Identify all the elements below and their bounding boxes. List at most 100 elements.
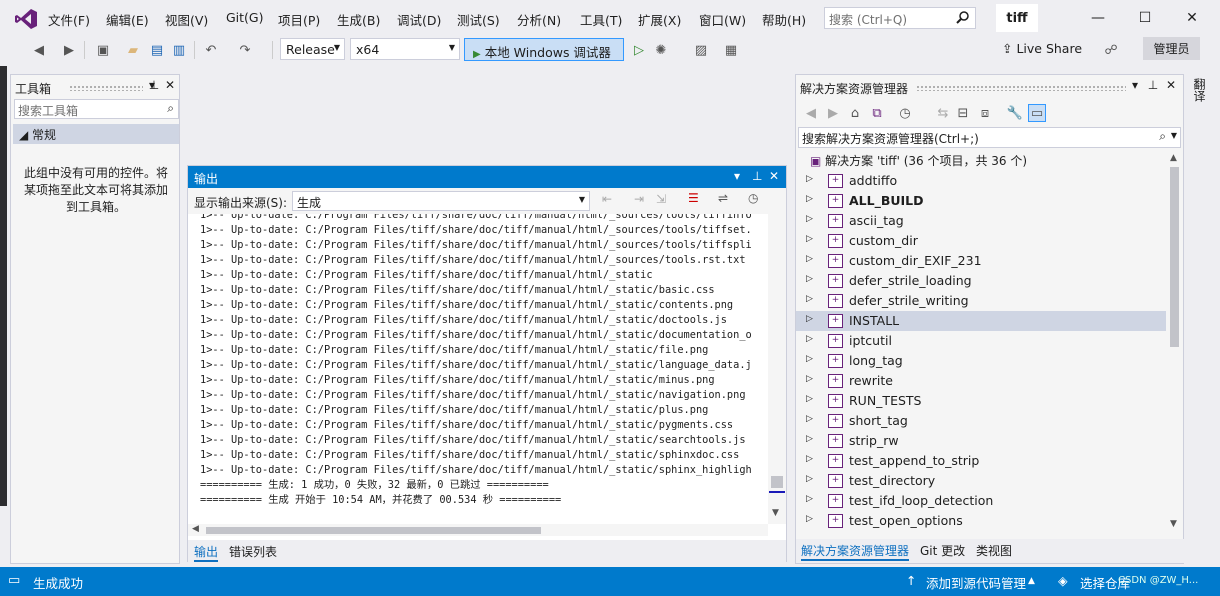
- tab-output[interactable]: 输出: [194, 543, 219, 562]
- hot-reload-icon[interactable]: ✺: [652, 41, 670, 59]
- redo-icon[interactable]: ↷: [236, 41, 254, 59]
- solution-item[interactable]: ▷ + ALL_BUILD: [796, 191, 1166, 211]
- expand-triangle-icon[interactable]: ▷: [806, 454, 813, 464]
- solution-item[interactable]: ▷ + strip_rw: [796, 431, 1166, 451]
- live-share-button[interactable]: ⇪ Live Share: [1002, 41, 1082, 56]
- expand-triangle-icon[interactable]: ▷: [806, 234, 813, 244]
- solution-item[interactable]: ▷ + test_ifd_loop_detection: [796, 491, 1166, 511]
- output-text[interactable]: 1>-- Up-to-date: C:/Program Files/tiff/s…: [188, 214, 768, 524]
- chevron-left-icon[interactable]: ◀: [192, 524, 199, 534]
- solution-item[interactable]: ▷ + defer_strile_loading: [796, 271, 1166, 291]
- pin-icon[interactable]: ⊥: [147, 78, 161, 94]
- solution-item[interactable]: ▷ + custom_dir: [796, 231, 1166, 251]
- menu-git[interactable]: Git(G): [226, 10, 264, 25]
- window-layout-icon[interactable]: ▦: [722, 41, 740, 59]
- toolbox-group-general[interactable]: ◢ 常规: [13, 124, 179, 144]
- panel-grip[interactable]: [916, 85, 1126, 91]
- expand-triangle-icon[interactable]: ▷: [806, 274, 813, 284]
- expand-triangle-icon[interactable]: ▷: [806, 394, 813, 404]
- scrollbar-thumb[interactable]: [206, 527, 541, 534]
- expand-triangle-icon[interactable]: ▷: [806, 254, 813, 264]
- solution-item[interactable]: ▷ + test_open_options: [796, 511, 1166, 531]
- solution-item[interactable]: ▷ + test_directory: [796, 471, 1166, 491]
- solution-item[interactable]: ▷ + rewrite: [796, 371, 1166, 391]
- tab-class-view[interactable]: 类视图: [976, 542, 1012, 559]
- expand-triangle-icon[interactable]: ▷: [806, 434, 813, 444]
- side-tab-translate[interactable]: 翻译: [1188, 74, 1208, 134]
- word-wrap-icon[interactable]: ⇌: [718, 191, 728, 205]
- solution-vertical-scrollbar[interactable]: ▲ ▼: [1166, 151, 1183, 533]
- solution-item[interactable]: ▷ + long_tag: [796, 351, 1166, 371]
- menu-extensions[interactable]: 扩展(X): [638, 10, 681, 29]
- admin-badge[interactable]: 管理员: [1143, 37, 1200, 60]
- menu-view[interactable]: 视图(V): [165, 10, 208, 29]
- solution-search-input[interactable]: 搜索解决方案资源管理器(Ctrl+;) ⌕ ▼: [798, 127, 1181, 148]
- close-icon[interactable]: ✕: [1182, 8, 1202, 28]
- expand-triangle-icon[interactable]: ▷: [806, 514, 813, 524]
- back-icon[interactable]: ◀: [30, 41, 48, 59]
- tab-error-list[interactable]: 错误列表: [229, 543, 277, 560]
- expand-triangle-icon[interactable]: ▷: [806, 194, 813, 204]
- save-icon[interactable]: ▤: [148, 41, 166, 59]
- menu-test[interactable]: 测试(S): [457, 10, 500, 29]
- solution-item[interactable]: ▷ + short_tag: [796, 411, 1166, 431]
- expand-triangle-icon[interactable]: ▷: [806, 294, 813, 304]
- chevron-down-icon[interactable]: ▼: [772, 508, 779, 518]
- expand-triangle-icon[interactable]: ▷: [806, 334, 813, 344]
- prev-message-icon[interactable]: ⇤: [602, 192, 612, 206]
- minimize-icon[interactable]: —: [1088, 8, 1108, 28]
- menu-analyze[interactable]: 分析(N): [517, 10, 561, 29]
- output-horizontal-scrollbar[interactable]: ◀: [188, 524, 768, 536]
- go-to-line-icon[interactable]: ⇲: [656, 192, 666, 206]
- clear-all-icon[interactable]: ☰: [688, 191, 699, 205]
- solution-item[interactable]: ▷ + ascii_tag: [796, 211, 1166, 231]
- next-message-icon[interactable]: ⇥: [634, 192, 644, 206]
- menu-window[interactable]: 窗口(W): [699, 10, 746, 29]
- expand-triangle-icon[interactable]: ▷: [806, 214, 813, 224]
- expand-triangle-icon[interactable]: ▷: [806, 374, 813, 384]
- output-vertical-scrollbar[interactable]: ▼: [768, 214, 786, 524]
- preview-selected-icon[interactable]: ▭: [1028, 104, 1046, 122]
- close-icon[interactable]: ✕: [769, 169, 779, 183]
- expand-triangle-icon[interactable]: ▷: [806, 174, 813, 184]
- chevron-up-icon[interactable]: ▲: [1170, 153, 1177, 163]
- solution-root[interactable]: ▣ 解决方案 'tiff' (36 个项目，共 36 个): [810, 152, 1027, 169]
- show-all-files-icon[interactable]: ⧈: [976, 104, 994, 122]
- solution-item[interactable]: ▷ + addtiffo: [796, 171, 1166, 191]
- expand-triangle-icon[interactable]: ▷: [806, 494, 813, 504]
- forward-icon[interactable]: ▶: [824, 104, 842, 122]
- pin-icon[interactable]: ⊥: [752, 169, 762, 183]
- solution-item[interactable]: ▷ + iptcutil: [796, 331, 1166, 351]
- scrollbar-thumb[interactable]: [771, 476, 783, 488]
- sync-icon[interactable]: ⇆: [934, 104, 952, 122]
- switch-views-icon[interactable]: ⧉: [868, 104, 886, 122]
- open-folder-icon[interactable]: ▰: [124, 41, 142, 59]
- solution-item[interactable]: ▷ + custom_dir_EXIF_231: [796, 251, 1166, 271]
- expand-triangle-icon[interactable]: ▷: [806, 414, 813, 424]
- undo-icon[interactable]: ↶: [202, 41, 220, 59]
- solution-item[interactable]: ▷ + defer_strile_writing: [796, 291, 1166, 311]
- run-debugger-button[interactable]: ▶ 本地 Windows 调试器: [464, 38, 624, 61]
- platform-select[interactable]: x64 ▼: [350, 38, 460, 60]
- solution-item[interactable]: ▷ + RUN_TESTS: [796, 391, 1166, 411]
- search-input[interactable]: 搜索 (Ctrl+Q): [824, 7, 976, 29]
- expand-triangle-icon[interactable]: ▷: [806, 474, 813, 484]
- add-to-source-control-button[interactable]: 添加到源代码管理: [926, 573, 1026, 592]
- menu-tools[interactable]: 工具(T): [580, 10, 622, 29]
- dropdown-icon[interactable]: ▾: [1128, 78, 1142, 94]
- panel-grip[interactable]: [69, 85, 143, 91]
- menu-edit[interactable]: 编辑(E): [106, 10, 149, 29]
- pin-icon[interactable]: ⊥: [1146, 78, 1160, 94]
- expand-triangle-icon[interactable]: ▷: [806, 314, 813, 324]
- tab-git-changes[interactable]: Git 更改: [920, 542, 965, 559]
- new-project-icon[interactable]: ▣: [94, 41, 112, 59]
- attach-icon[interactable]: ▨: [692, 41, 710, 59]
- start-without-debug-icon[interactable]: ▷: [630, 41, 648, 59]
- back-icon[interactable]: ◀: [802, 104, 820, 122]
- properties-icon[interactable]: 🔧: [1006, 104, 1024, 122]
- close-icon[interactable]: ✕: [1164, 78, 1178, 94]
- chevron-up-icon[interactable]: ▲: [1028, 576, 1035, 586]
- maximize-icon[interactable]: ☐: [1135, 8, 1155, 28]
- forward-icon[interactable]: ▶: [60, 41, 78, 59]
- solution-item[interactable]: ▷ + test_append_to_strip: [796, 451, 1166, 471]
